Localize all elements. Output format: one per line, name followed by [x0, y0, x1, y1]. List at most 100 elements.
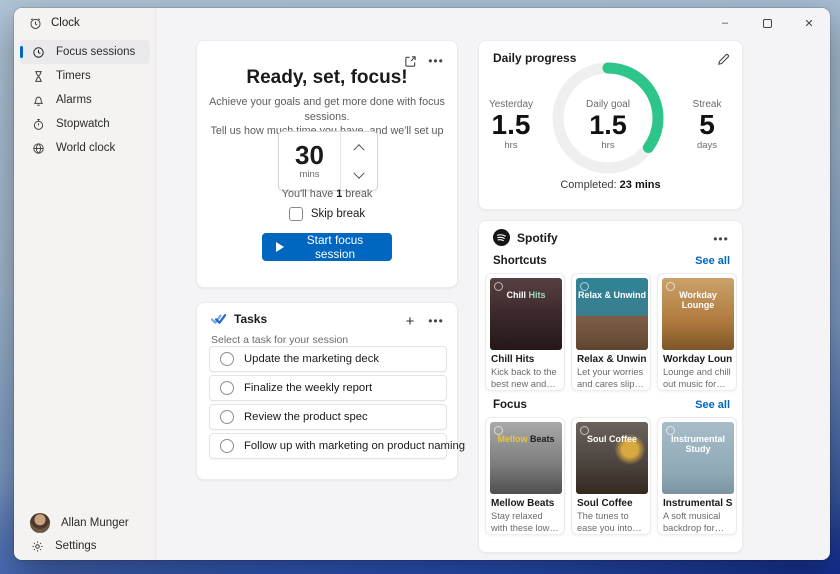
- clock-app-icon: [28, 16, 42, 30]
- streak-stat: Streak 5 days: [675, 99, 739, 151]
- album-art: Instrumental Study: [662, 422, 734, 494]
- playlist-tile-relax-unwind[interactable]: Relax & Unwind Relax & Unwind Let your w…: [571, 273, 651, 391]
- sidebar-item-label: Timers: [56, 70, 91, 82]
- spotify-brand-label: Spotify: [517, 231, 558, 245]
- sidebar-item-label: Alarms: [56, 94, 92, 106]
- task-radio[interactable]: [220, 381, 234, 395]
- shortcuts-see-all-link[interactable]: See all: [695, 255, 730, 267]
- sidebar-item-world-clock[interactable]: World clock: [20, 136, 150, 160]
- chevron-up-icon: [353, 144, 364, 155]
- task-radio[interactable]: [220, 352, 234, 366]
- album-art: Workday Lounge: [662, 278, 734, 350]
- playlist-tile-chill-hits[interactable]: Chill Hits Chill Hits Kick back to the b…: [485, 273, 565, 391]
- skip-break-checkbox[interactable]: [289, 207, 303, 221]
- break-info: You'll have 1 break: [197, 188, 457, 200]
- hourglass-icon: [31, 69, 45, 83]
- spotify-card: Spotify ••• Shortcuts See all Chill Hits…: [478, 220, 743, 553]
- ellipsis-icon: •••: [428, 57, 444, 65]
- skip-break-label: Skip break: [311, 208, 365, 220]
- close-button[interactable]: ✕: [788, 8, 830, 38]
- daily-progress-card: Daily progress Yesterday 1.5 hrs Daily g…: [478, 40, 743, 210]
- task-radio[interactable]: [220, 410, 234, 424]
- bell-icon: [31, 93, 45, 107]
- decrease-minutes-button[interactable]: [341, 161, 377, 190]
- focus-sessions-icon: [31, 45, 45, 59]
- stopwatch-icon: [31, 117, 45, 131]
- spotify-more-button[interactable]: •••: [710, 229, 732, 249]
- focus-heading: Focus: [493, 399, 527, 411]
- task-label: Update the marketing deck: [244, 353, 379, 365]
- album-art: Relax & Unwind: [576, 278, 648, 350]
- playlist-tile-workday-lounge[interactable]: Workday Lounge Workday Lounge Lounge and…: [657, 273, 737, 391]
- sidebar-item-stopwatch[interactable]: Stopwatch: [20, 112, 150, 136]
- clock-app-window: Clock – ✕ Focus sessions Timers Alarms: [14, 8, 830, 560]
- task-label: Finalize the weekly report: [244, 382, 372, 394]
- task-row[interactable]: Finalize the weekly report: [209, 375, 447, 401]
- window-controls: – ✕: [704, 8, 830, 38]
- task-row[interactable]: Review the product spec: [209, 404, 447, 430]
- playlist-description: Lounge and chill out music for your wor…: [663, 367, 733, 390]
- globe-icon: [31, 141, 45, 155]
- playlist-description: The tunes to ease you into your day.: [577, 511, 647, 534]
- playlist-title: Instrumental Study: [663, 498, 732, 509]
- playlist-title: Soul Coffee: [577, 498, 646, 509]
- play-icon: [276, 242, 284, 252]
- sidebar-item-label: World clock: [56, 142, 115, 154]
- playlist-description: A soft musical backdrop for your …: [663, 511, 733, 534]
- tasks-title: Tasks: [234, 312, 267, 326]
- minutes-unit: mins: [299, 169, 319, 180]
- duration-spinner[interactable]: 30 mins: [278, 131, 378, 191]
- tasks-more-button[interactable]: •••: [425, 311, 447, 331]
- sidebar-item-label: Stopwatch: [56, 118, 110, 130]
- album-art: Mellow Beats: [490, 422, 562, 494]
- focus-see-all-link[interactable]: See all: [695, 399, 730, 411]
- album-art: Chill Hits: [490, 278, 562, 350]
- shortcuts-heading: Shortcuts: [493, 255, 547, 267]
- task-row[interactable]: Update the marketing deck: [209, 346, 447, 372]
- chevron-down-icon: [353, 167, 364, 178]
- avatar: [30, 513, 50, 533]
- start-focus-session-button[interactable]: Start focus session: [262, 233, 392, 261]
- sidebar-item-timers[interactable]: Timers: [20, 64, 150, 88]
- minimize-button[interactable]: –: [704, 8, 746, 38]
- task-label: Follow up with marketing on product nami…: [244, 440, 465, 452]
- playlist-tile-soul-coffee[interactable]: Soul Coffee Soul Coffee The tunes to eas…: [571, 417, 651, 535]
- tasks-subtitle: Select a task for your session: [211, 334, 348, 346]
- playlist-tile-instrumental-study[interactable]: Instrumental Study Instrumental Study A …: [657, 417, 737, 535]
- duration-value: 30 mins: [279, 132, 341, 190]
- playlist-description: Stay relaxed with these low-key beat…: [491, 511, 561, 534]
- app-title: Clock: [51, 17, 80, 29]
- minutes-value: 30: [295, 142, 324, 168]
- daily-goal-stat: Daily goal 1.5 hrs: [576, 99, 640, 151]
- add-task-button[interactable]: +: [399, 311, 421, 331]
- task-row[interactable]: Follow up with marketing on product nami…: [209, 433, 447, 459]
- todo-checkmark-icon: [211, 313, 226, 325]
- playlist-title: Mellow Beats: [491, 498, 560, 509]
- playlist-title: Relax & Unwind: [577, 354, 646, 365]
- maximize-button[interactable]: [746, 8, 788, 38]
- spotify-logo-icon: [493, 229, 510, 246]
- playlist-title: Workday Lounge: [663, 354, 732, 365]
- ellipsis-icon: •••: [428, 317, 444, 325]
- yesterday-stat: Yesterday 1.5 hrs: [479, 99, 543, 151]
- plus-icon: +: [406, 313, 415, 330]
- user-account[interactable]: Allan Munger: [30, 513, 129, 533]
- sidebar-item-focus-sessions[interactable]: Focus sessions: [20, 40, 150, 64]
- focus-title: Ready, set, focus!: [197, 67, 457, 89]
- sidebar-item-label: Focus sessions: [56, 46, 135, 58]
- increase-minutes-button[interactable]: [341, 132, 377, 161]
- maximize-icon: [763, 19, 772, 28]
- task-radio[interactable]: [220, 439, 234, 453]
- sidebar-item-alarms[interactable]: Alarms: [20, 88, 150, 112]
- playlist-tile-mellow-beats[interactable]: Mellow Beats Mellow Beats Stay relaxed w…: [485, 417, 565, 535]
- playlist-title: Chill Hits: [491, 354, 560, 365]
- settings-label: Settings: [55, 540, 97, 552]
- ellipsis-icon: •••: [713, 235, 729, 243]
- titlebar: Clock: [28, 16, 80, 30]
- user-name: Allan Munger: [61, 517, 129, 529]
- focus-session-card: ••• Ready, set, focus! Achieve your goal…: [196, 40, 458, 288]
- settings-button[interactable]: Settings: [30, 539, 97, 553]
- edit-goal-button[interactable]: [712, 49, 734, 69]
- selected-accent-bar: [20, 46, 23, 58]
- completed-time: Completed: 23 mins: [479, 179, 742, 191]
